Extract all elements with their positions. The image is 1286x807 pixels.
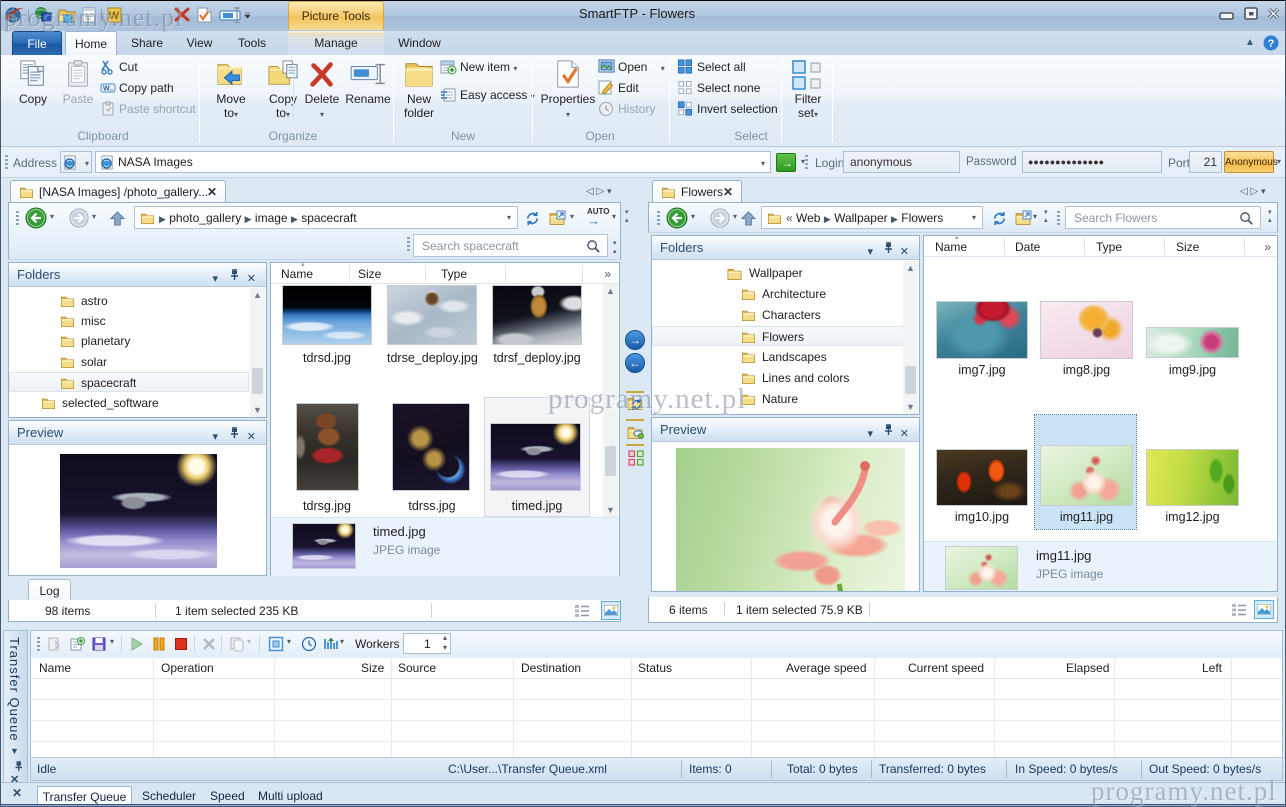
svg-text:?: ? [1268, 38, 1275, 50]
svg-text:W..: W.. [103, 86, 113, 93]
